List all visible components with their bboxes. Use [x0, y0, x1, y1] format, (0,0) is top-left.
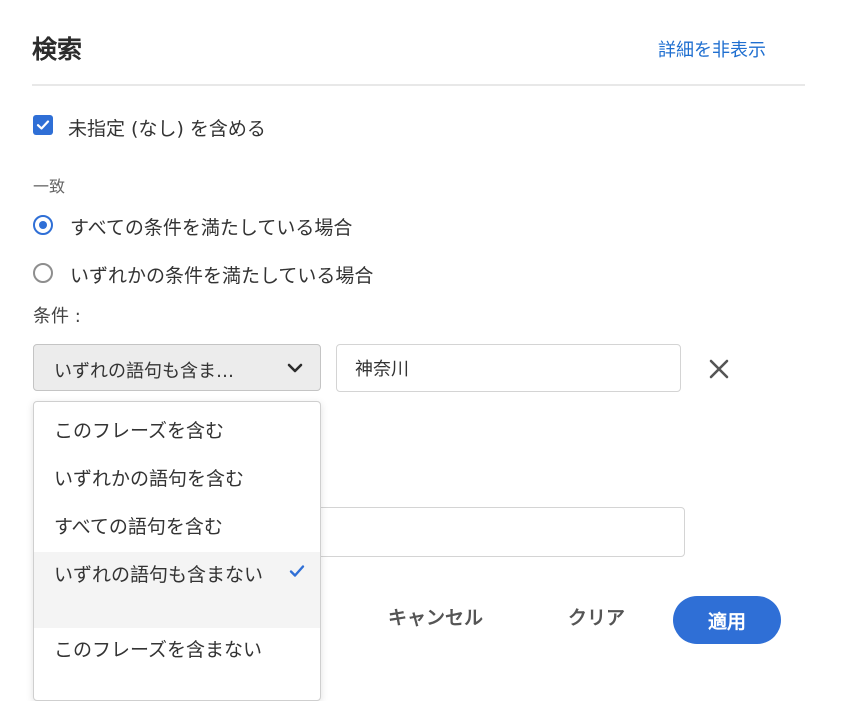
condition-value-input[interactable] [336, 344, 681, 392]
include-unspecified-label: 未指定 (なし) を含める [68, 118, 266, 140]
dropdown-option-selected[interactable]: いずれの語句も含まない [34, 552, 320, 628]
dropdown-option[interactable]: このフレーズを含まない [34, 637, 320, 664]
dropdown-option-label: いずれの語句も含まない [54, 564, 264, 586]
condition-operator-value: いずれの語句も含ま… [54, 361, 234, 382]
header-divider [32, 84, 805, 86]
match-any-label[interactable]: いずれかの条件を満たしている場合 [70, 261, 373, 288]
second-condition-input[interactable] [296, 507, 685, 557]
conditions-label: 条件 : [33, 306, 81, 327]
dropdown-option[interactable]: いずれかの語句を含む [34, 466, 320, 493]
page-title: 検索 [32, 35, 83, 64]
match-all-label[interactable]: すべての条件を満たしている場合 [70, 213, 352, 240]
checkmark-icon [36, 120, 50, 130]
dropdown-option[interactable]: すべての語句を含む [34, 514, 320, 541]
hide-details-link[interactable]: 詳細を非表示 [658, 36, 766, 62]
condition-operator-dropdown: このフレーズを含む いずれかの語句を含む すべての語句を含む いずれの語句も含ま… [33, 401, 321, 701]
match-label: 一致 [33, 177, 66, 196]
dropdown-option[interactable]: このフレーズを含む [34, 418, 320, 445]
checkmark-icon [289, 565, 305, 577]
apply-button[interactable]: 適用 [673, 596, 781, 644]
clear-button[interactable]: クリア [568, 603, 625, 630]
match-all-radio[interactable] [33, 215, 53, 235]
condition-operator-select[interactable]: いずれの語句も含ま… [33, 344, 321, 391]
match-any-radio[interactable] [33, 263, 53, 283]
chevron-down-icon [287, 363, 303, 373]
include-unspecified-checkbox[interactable] [33, 115, 53, 135]
close-icon[interactable] [706, 356, 732, 382]
cancel-button[interactable]: キャンセル [388, 603, 483, 630]
